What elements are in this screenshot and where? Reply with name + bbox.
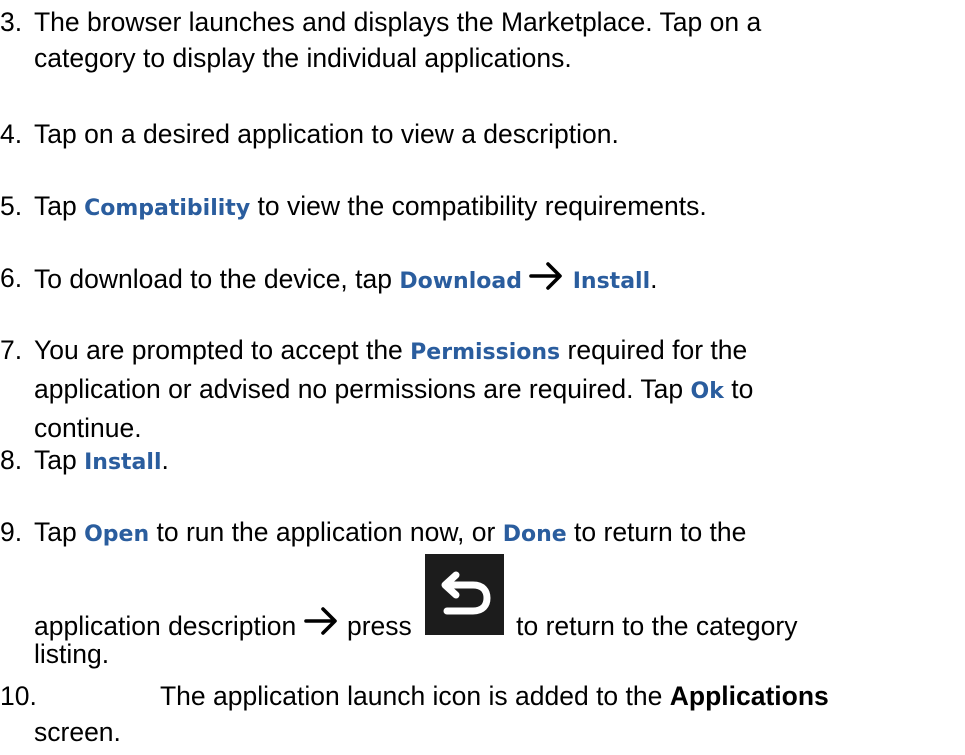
step-5: 5. Tap Compatibility to view the compati… [0,188,960,227]
step-9: 9. Tap Open to run the application now, … [0,514,960,669]
back-icon [425,554,505,635]
step-text: Tap [34,445,85,475]
step-text: to [723,374,754,404]
step-text: Tap [34,191,85,221]
step-text: You are prompted to accept the [34,335,411,365]
keyword-permissions: Permissions [410,340,561,365]
step-6: 6. To download to the device, tap Downlo… [0,260,960,300]
step-text-line: The browser launches and displays the Ma… [34,7,762,37]
step-8: 8. Tap Install. [0,442,960,481]
step-text: The application launch icon is added to … [160,681,670,711]
keyword-install: Install [84,450,162,475]
step-4: 4. Tap on a desired application to view … [0,116,960,152]
step-number: 8. [0,445,23,475]
step-number: 7. [0,335,23,365]
step-number: 10. [0,681,37,711]
step-text: . [650,264,658,294]
keyword-open: Open [84,522,150,547]
step-text: to view the compatibility requirements. [250,191,707,221]
step-number: 9. [0,517,23,547]
step-text: . [161,445,169,475]
keyword-done: Done [502,522,567,547]
right-arrow-icon [303,605,340,644]
step-number: 6. [0,263,23,293]
step-text: press [339,611,420,641]
step-text-line: screen. [34,717,121,747]
step-text: to return to the category [516,611,798,641]
step-text: To download to the device, tap [34,264,400,294]
step-text: to return to the [566,517,747,547]
step-text: to run the application now, or [149,517,503,547]
keyword-download: Download [399,269,522,294]
step-7: 7. You are prompted to accept the Permis… [0,332,960,446]
step-text-line: listing. [34,639,110,669]
keyword-install: Install [572,269,651,294]
step-text: Tap [34,517,85,547]
step-text: required for the [560,335,748,365]
step-text: Tap on a desired application to view a d… [34,119,619,149]
step-number: 3. [0,7,23,37]
keyword-ok: Ok [690,379,724,404]
step-text-line: category to display the individual appli… [34,43,572,73]
keyword-applications: Applications [669,681,829,711]
keyword-compatibility: Compatibility [84,196,251,221]
right-arrow-icon [529,260,565,299]
step-number: 5. [0,191,23,221]
step-text-line: continue. [34,413,142,443]
step-text: application or advised no permissions ar… [34,374,691,404]
step-number: 4. [0,119,23,149]
step-3: 3. The browser launches and displays the… [0,4,960,76]
